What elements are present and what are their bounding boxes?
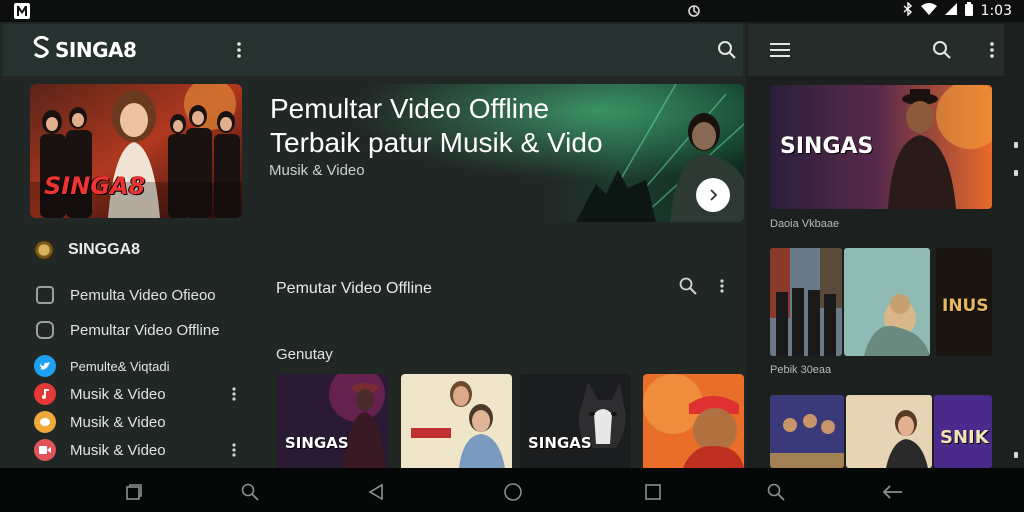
recent-apps-icon[interactable]: [124, 482, 144, 502]
right-search-icon[interactable]: [928, 36, 956, 64]
nav-search-icon[interactable]: [240, 482, 260, 502]
camera-icon: [36, 321, 54, 339]
arrow-back-icon[interactable]: [880, 482, 904, 502]
right-app-bar: [748, 24, 1004, 76]
card-title: SINGAS: [528, 434, 592, 452]
battery-icon: [964, 2, 973, 20]
overview-icon[interactable]: [643, 482, 663, 502]
right-card[interactable]: [846, 395, 932, 468]
right-card[interactable]: [844, 248, 930, 356]
right-card[interactable]: [770, 395, 844, 468]
sidebar-item-label: Pemulta Video Ofieoo: [70, 286, 216, 304]
right-panel: SINGAS Daoia Vkbaae INUS Pebik 30eaa SNI…: [748, 22, 1024, 468]
right-featured-title: SINGAS: [780, 134, 874, 159]
search-icon[interactable]: [713, 36, 741, 64]
system-nav-bar: [0, 468, 1024, 512]
signal-icon: [944, 3, 957, 19]
video-card[interactable]: SINGAS: [520, 374, 631, 468]
card-title: SINGAS: [285, 434, 349, 452]
right-card-art: [770, 395, 844, 468]
sidebar-item-label: Pemulte& Viqtadi: [70, 358, 170, 374]
right-card-art: [770, 248, 842, 356]
bluetooth-icon: [903, 1, 913, 20]
brand-name: SINGGA8: [68, 241, 141, 258]
video-card[interactable]: SINGAS: [277, 374, 388, 468]
edge-handle-icon[interactable]: [1014, 142, 1018, 148]
sidebar-brand[interactable]: SINGGA8: [34, 240, 140, 260]
right-card-art: [844, 248, 930, 356]
sidebar-item-label: Musik & Video: [70, 441, 166, 459]
chat-icon: [34, 411, 56, 433]
sidebar-item-2[interactable]: Pemultar Video Offline: [34, 321, 220, 339]
card-art: [277, 374, 388, 468]
sync-icon: [686, 3, 702, 19]
right-card[interactable]: [770, 248, 842, 356]
logo-s-icon: [33, 35, 51, 64]
hero-title: Pemultar Video Offline Terbaik patur Mus…: [270, 93, 603, 158]
sidebar-item-label: Musik & Video: [70, 385, 166, 403]
video-card[interactable]: [401, 374, 512, 468]
section-subtitle: Genutay: [276, 346, 333, 363]
logo-text: SINGA8: [55, 38, 137, 62]
right-card-title: INUS: [942, 296, 989, 316]
status-bar: 1:03: [0, 0, 1024, 22]
right-card[interactable]: INUS: [936, 248, 992, 356]
card-art: [520, 374, 631, 468]
featured-thumbnail[interactable]: SINGA8: [30, 84, 242, 218]
section-overflow-icon[interactable]: [708, 272, 736, 300]
overflow-menu-icon[interactable]: [225, 36, 253, 64]
wifi-icon: [920, 3, 937, 19]
hero-next-button[interactable]: [696, 178, 730, 212]
video-card[interactable]: [643, 374, 744, 468]
edge-handle-icon[interactable]: [1014, 452, 1018, 458]
video-icon: [34, 439, 56, 461]
right-card-title: SNIK: [940, 427, 989, 448]
right-label-1: Daoia Vkbaae: [770, 218, 840, 230]
main-panel: SINGA8 SINGA8 Pemultar Video Offline Ter…: [0, 22, 746, 468]
nav-search-icon-2[interactable]: [766, 482, 786, 502]
sidebar-item-label: Pemultar Video Offline: [70, 321, 220, 339]
menu-icon[interactable]: [766, 36, 794, 64]
edge-handle-icon[interactable]: [1014, 170, 1018, 176]
item-overflow-icon[interactable]: [228, 440, 240, 460]
hero-subtitle: Musik & Video: [269, 162, 365, 179]
right-overflow-icon[interactable]: [978, 36, 1006, 64]
item-overflow-icon[interactable]: [228, 384, 240, 404]
sidebar-item-3[interactable]: Pemulte& Viqtadi: [34, 355, 170, 377]
sidebar-item-6[interactable]: Musik & Video: [34, 439, 166, 461]
app-bar: SINGA8: [3, 24, 743, 76]
right-card-art: [846, 395, 932, 468]
right-card[interactable]: SNIK: [934, 395, 992, 468]
music-icon: [34, 383, 56, 405]
right-label-2: Pebik 30eaa: [770, 364, 832, 376]
featured-title: SINGA8: [44, 172, 146, 200]
app-notification-icon: [14, 3, 30, 19]
sidebar-item-1[interactable]: Pemulta Video Ofieoo: [34, 286, 216, 304]
twitter-icon: [34, 355, 56, 377]
back-icon[interactable]: [366, 482, 386, 502]
brand-avatar: [34, 240, 54, 260]
home-icon[interactable]: [503, 482, 523, 502]
sidebar-item-label: Musik & Video: [70, 413, 166, 431]
chevron-right-icon: [710, 189, 718, 201]
card-art: [643, 374, 744, 468]
sidebar-item-4[interactable]: Musik & Video: [34, 383, 166, 405]
section-title: Pemutar Video Offline: [276, 280, 432, 297]
clock-time: 1:03: [980, 3, 1012, 19]
card-art: [401, 374, 512, 468]
document-icon: [36, 286, 54, 304]
sidebar-item-5[interactable]: Musik & Video: [34, 411, 166, 433]
section-search-icon[interactable]: [674, 272, 702, 300]
right-featured-thumbnail[interactable]: SINGAS: [770, 85, 992, 209]
app-logo[interactable]: SINGA8: [33, 35, 137, 64]
